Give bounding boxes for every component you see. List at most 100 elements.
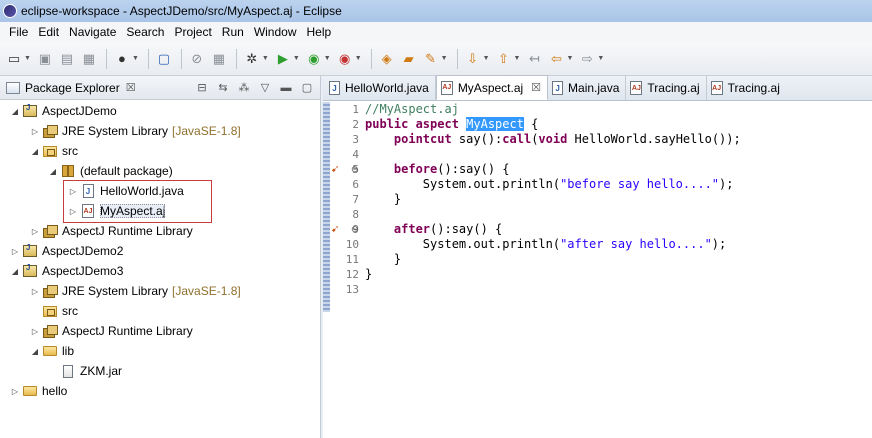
expand-icon[interactable]: ▷ [10,387,20,396]
aspectj-file-icon: AJ [440,80,453,95]
tree-item-aspectjdemo2[interactable]: ▷ AspectJDemo2 [0,241,320,261]
forward-dropdown-icon[interactable]: ▼ [597,55,604,62]
forward-icon[interactable]: ⇨ [577,49,597,69]
save-all-icon[interactable]: ▤ [57,49,77,69]
run-icon[interactable]: ▶ [273,49,293,69]
next-annotation-icon[interactable]: ⇩ [463,49,483,69]
expand-icon[interactable]: ◢ [30,347,40,356]
expand-icon[interactable]: ▷ [30,327,40,336]
fold-toggle-icon[interactable]: ⊖ [351,222,359,237]
maximize-icon[interactable]: ▢ [298,79,316,97]
tree-label: JRE System Library [62,124,169,138]
expand-icon[interactable]: ◢ [10,267,20,276]
link-with-editor-icon[interactable]: ⇆ [214,79,232,97]
menu-file[interactable]: File [4,23,33,41]
focus-icon[interactable]: ⁂ [235,79,253,97]
back-dropdown-icon[interactable]: ▼ [566,55,573,62]
menu-window[interactable]: Window [249,23,302,41]
tree-label: src [62,144,78,158]
tree-item-zkm-jar[interactable]: ZKM.jar [0,361,320,381]
coverage-icon[interactable]: ◉ [304,49,324,69]
terminate-icon[interactable]: ▦ [209,49,229,69]
back-icon[interactable]: ⇦ [546,49,566,69]
minimize-icon[interactable]: ▬ [277,79,295,97]
menu-project[interactable]: Project [169,23,216,41]
previous-annotation-icon[interactable]: ⇧ [494,49,514,69]
user-icon[interactable]: ● [112,49,132,69]
expand-icon[interactable]: ◢ [48,167,58,176]
next-annotation-dropdown-icon[interactable]: ▼ [483,55,490,62]
skip-breakpoints-icon[interactable]: ⊘ [187,49,207,69]
menu-help[interactable]: Help [302,23,337,41]
code-line-9: after():say() { [365,222,872,237]
expand-icon[interactable]: ◢ [30,147,40,156]
close-tab-icon[interactable]: ☒ [531,81,541,94]
new-dropdown-icon[interactable]: ▼ [24,55,31,62]
tree-item-src[interactable]: src [0,301,320,321]
expand-icon[interactable]: ▷ [68,207,78,216]
tree-item-src[interactable]: ◢ src [0,141,320,161]
expand-icon[interactable]: ◢ [10,107,20,116]
save-icon[interactable]: ▣ [35,49,55,69]
pen-icon[interactable]: ✎ [421,49,441,69]
console-icon[interactable]: ▢ [154,49,174,69]
debug-dropdown-icon[interactable]: ▼ [262,55,269,62]
tab-label: HelloWorld.java [345,81,429,95]
previous-annotation-dropdown-icon[interactable]: ▼ [514,55,521,62]
last-edit-icon[interactable]: ↤ [524,49,544,69]
tab-tracing-aj[interactable]: AJ Tracing.aj [626,76,707,100]
menu-run[interactable]: Run [217,23,249,41]
tree-item-myaspect-aj[interactable]: ▷ AJ MyAspect.aj [0,201,320,221]
expand-icon[interactable]: ▷ [30,227,40,236]
new-icon[interactable]: ▭ [4,49,24,69]
tree-item-aspectjdemo[interactable]: ◢ AspectJDemo [0,101,320,121]
jar-file-icon [60,363,76,379]
code-text[interactable]: //MyAspect.aj public aspect MyAspect { p… [365,102,872,438]
expand-icon[interactable]: ▷ [68,187,78,196]
collapse-all-icon[interactable]: ⊟ [193,79,211,97]
tree-label: lib [62,344,75,358]
line-number: 3 [352,133,359,146]
fold-toggle-icon[interactable]: ⊖ [351,162,359,177]
code-keyword: public aspect [365,117,467,131]
package-explorer-title[interactable]: Package Explorer [25,81,120,95]
tree-item-lib[interactable]: ◢ lib [0,341,320,361]
external-tools-dropdown-icon[interactable]: ▼ [355,55,362,62]
coverage-dropdown-icon[interactable]: ▼ [324,55,331,62]
tree-item-hello[interactable]: ▷ hello [0,381,320,401]
menu-search[interactable]: Search [121,23,169,41]
user-dropdown-icon[interactable]: ▼ [132,55,139,62]
print-icon[interactable]: ▦ [79,49,99,69]
expand-icon[interactable]: ▷ [30,287,40,296]
tree-item-default-package[interactable]: ◢ (default package) [0,161,320,181]
tab-myaspect-aj[interactable]: AJ MyAspect.aj ☒ [435,75,549,100]
menu-edit[interactable]: Edit [33,23,64,41]
external-tools-icon[interactable]: ◉ [335,49,355,69]
code-editor[interactable]: ➹ ➹ 1 2 3 4 5 6 7 8 9 10 11 12 13 ⊖ ⊖ //… [323,102,872,438]
open-folder-icon[interactable]: ▰ [399,49,419,69]
menu-navigate[interactable]: Navigate [64,23,121,41]
library-icon [42,323,58,339]
tab-main-java[interactable]: J Main.java [548,76,627,100]
tree-item-aspectj-runtime[interactable]: ▷ AspectJ Runtime Library [0,321,320,341]
debug-icon[interactable]: ✲ [242,49,262,69]
tab-label: Main.java [568,81,620,95]
close-view-icon[interactable]: ☒ [126,81,136,94]
run-dropdown-icon[interactable]: ▼ [293,55,300,62]
view-menu-icon[interactable]: ▽ [256,79,274,97]
open-type-icon[interactable]: ◈ [377,49,397,69]
pen-dropdown-icon[interactable]: ▼ [441,55,448,62]
eclipse-logo-icon [3,4,17,18]
tab-helloworld-java[interactable]: J HelloWorld.java [325,76,436,100]
tab-tracing-aj-2[interactable]: AJ Tracing.aj [707,76,786,100]
expand-icon[interactable]: ▷ [30,127,40,136]
tree-item-jre-library[interactable]: ▷ JRE System Library [JavaSE-1.8] [0,121,320,141]
code-text-span: ():say() { [430,222,503,236]
editor-tab-bar: J HelloWorld.java AJ MyAspect.aj ☒ J Mai… [323,75,872,101]
expand-icon[interactable]: ▷ [10,247,20,256]
tree-item-jre-library[interactable]: ▷ JRE System Library [JavaSE-1.8] [0,281,320,301]
tree-item-aspectjdemo3[interactable]: ◢ AspectJDemo3 [0,261,320,281]
tree-item-helloworld-java[interactable]: ▷ J HelloWorld.java [0,181,320,201]
tree-item-aspectj-runtime[interactable]: ▷ AspectJ Runtime Library [0,221,320,241]
